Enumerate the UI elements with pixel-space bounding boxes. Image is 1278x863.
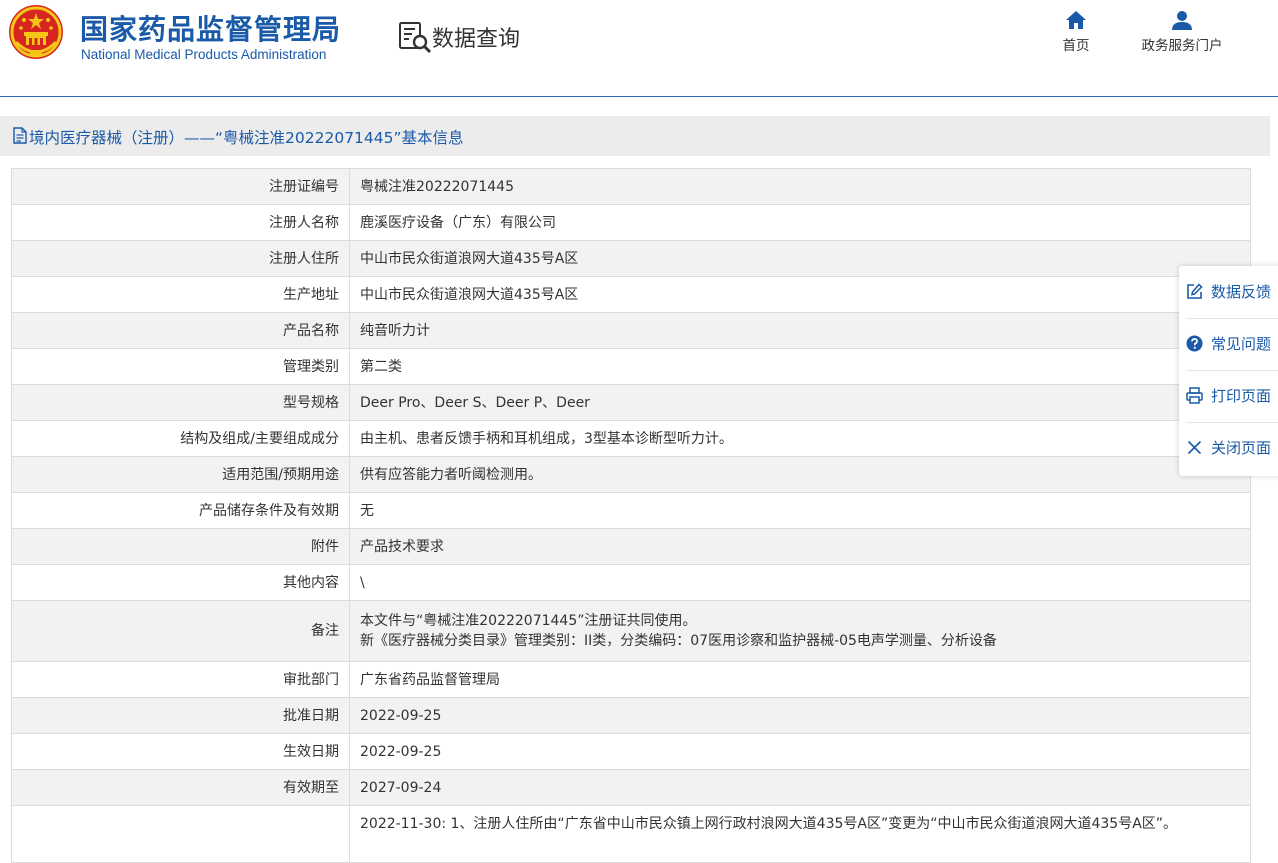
edit-icon	[1187, 283, 1203, 299]
header-divider	[0, 96, 1278, 97]
table-row: 有效期至 2027-09-24	[11, 769, 1251, 806]
row-label: 批准日期	[11, 697, 350, 734]
org-name-cn: 国家药品监督管理局	[80, 13, 342, 46]
nav-service-portal[interactable]: 政务服务门户	[1127, 10, 1237, 54]
row-label: 产品储存条件及有效期	[11, 492, 350, 529]
faq-button[interactable]: 常见问题	[1179, 318, 1278, 370]
row-label: 适用范围/预期用途	[11, 456, 350, 493]
row-label: 注册人住所	[11, 240, 350, 277]
row-value: 产品技术要求	[349, 528, 1251, 565]
home-icon	[1066, 11, 1086, 29]
user-icon	[1172, 11, 1192, 30]
table-row: 产品储存条件及有效期 无	[11, 492, 1251, 529]
change-history-value: 2022-11-30: 1、注册人住所由“广东省中山市民众镇上网行政村浪网大道4…	[349, 805, 1251, 863]
table-row: 注册证编号 粤械注准20222071445	[11, 168, 1251, 205]
row-label: 附件	[11, 528, 350, 565]
print-page-button[interactable]: 打印页面	[1179, 370, 1278, 422]
row-label: 管理类别	[11, 348, 350, 385]
table-row: 其他内容 \	[11, 564, 1251, 601]
close-page-button[interactable]: 关闭页面	[1179, 422, 1278, 474]
row-value: Deer Pro、Deer S、Deer P、Deer	[349, 384, 1251, 421]
row-label: 其他内容	[11, 564, 350, 601]
remark-line-2: 新《医疗器械分类目录》管理类别：II类，分类编码：07医用诊察和监护器械-05电…	[360, 633, 997, 649]
remark-line-1: 本文件与“粤械注准20222071445”注册证共同使用。	[360, 613, 697, 629]
org-name-en: National Medical Products Administration	[81, 47, 327, 62]
row-value: 供有应答能力者听阈检测用。	[349, 456, 1251, 493]
query-title: 数据查询	[432, 27, 521, 52]
row-value: \	[349, 564, 1251, 601]
close-icon	[1187, 440, 1202, 455]
row-label: 有效期至	[11, 769, 350, 806]
row-value: 粤械注准20222071445	[349, 168, 1251, 205]
row-value: 中山市民众街道浪网大道435号A区	[349, 276, 1251, 313]
row-label: 生效日期	[11, 733, 350, 770]
question-icon	[1186, 335, 1203, 352]
table-row: 注册人名称 鹿溪医疗设备（广东）有限公司	[11, 204, 1251, 241]
nav-home[interactable]: 首页	[1021, 10, 1131, 54]
row-label: 审批部门	[11, 661, 350, 698]
row-label	[11, 805, 350, 863]
device-info-table: 注册证编号 粤械注准20222071445 注册人名称 鹿溪医疗设备（广东）有限…	[11, 168, 1251, 863]
table-row: 生产地址 中山市民众街道浪网大道435号A区	[11, 276, 1251, 313]
float-tool-panel: 数据反馈 常见问题 打印页面 关闭页面	[1179, 266, 1278, 476]
row-label: 注册证编号	[11, 168, 350, 205]
data-feedback-label: 数据反馈	[1211, 283, 1272, 301]
nav-home-label: 首页	[1062, 38, 1090, 54]
document-search-icon	[399, 22, 432, 54]
row-value: 广东省药品监督管理局	[349, 661, 1251, 698]
table-row: 生效日期 2022-09-25	[11, 733, 1251, 770]
table-row-remark: 备注 本文件与“粤械注准20222071445”注册证共同使用。 新《医疗器械分…	[11, 600, 1251, 662]
row-value: 2022-09-25	[349, 697, 1251, 734]
print-page-label: 打印页面	[1211, 387, 1272, 405]
row-label: 结构及组成/主要组成成分	[11, 420, 350, 457]
document-icon	[13, 127, 27, 144]
print-icon	[1186, 387, 1203, 404]
table-row: 管理类别 第二类	[11, 348, 1251, 385]
table-row: 审批部门 广东省药品监督管理局	[11, 661, 1251, 698]
data-feedback-button[interactable]: 数据反馈	[1179, 266, 1278, 318]
table-row: 适用范围/预期用途 供有应答能力者听阈检测用。	[11, 456, 1251, 493]
table-row: 结构及组成/主要组成成分 由主机、患者反馈手柄和耳机组成，3型基本诊断型听力计。	[11, 420, 1251, 457]
row-value: 鹿溪医疗设备（广东）有限公司	[349, 204, 1251, 241]
national-emblem-icon	[9, 5, 63, 59]
page-title: 境内医疗器械（注册）——“粤械注准20222071445”基本信息	[29, 129, 464, 147]
row-label: 注册人名称	[11, 204, 350, 241]
row-value: 由主机、患者反馈手柄和耳机组成，3型基本诊断型听力计。	[349, 420, 1251, 457]
table-row: 产品名称 纯音听力计	[11, 312, 1251, 349]
faq-label: 常见问题	[1211, 335, 1272, 353]
table-row: 批准日期 2022-09-25	[11, 697, 1251, 734]
row-value: 2022-09-25	[349, 733, 1251, 770]
row-label: 生产地址	[11, 276, 350, 313]
row-value: 2027-09-24	[349, 769, 1251, 806]
close-page-label: 关闭页面	[1211, 439, 1272, 457]
row-value: 第二类	[349, 348, 1251, 385]
site-header: 国家药品监督管理局 National Medical Products Admi…	[0, 0, 1278, 96]
row-value: 中山市民众街道浪网大道435号A区	[349, 240, 1251, 277]
table-row: 注册人住所 中山市民众街道浪网大道435号A区	[11, 240, 1251, 277]
table-row-change-history: 2022-11-30: 1、注册人住所由“广东省中山市民众镇上网行政村浪网大道4…	[11, 805, 1251, 863]
row-value: 无	[349, 492, 1251, 529]
row-label: 产品名称	[11, 312, 350, 349]
row-label: 型号规格	[11, 384, 350, 421]
table-row: 型号规格 Deer Pro、Deer S、Deer P、Deer	[11, 384, 1251, 421]
row-value: 纯音听力计	[349, 312, 1251, 349]
nav-service-portal-label: 政务服务门户	[1141, 38, 1223, 54]
table-row: 附件 产品技术要求	[11, 528, 1251, 565]
row-label: 备注	[11, 600, 350, 662]
row-value: 本文件与“粤械注准20222071445”注册证共同使用。 新《医疗器械分类目录…	[349, 600, 1251, 662]
